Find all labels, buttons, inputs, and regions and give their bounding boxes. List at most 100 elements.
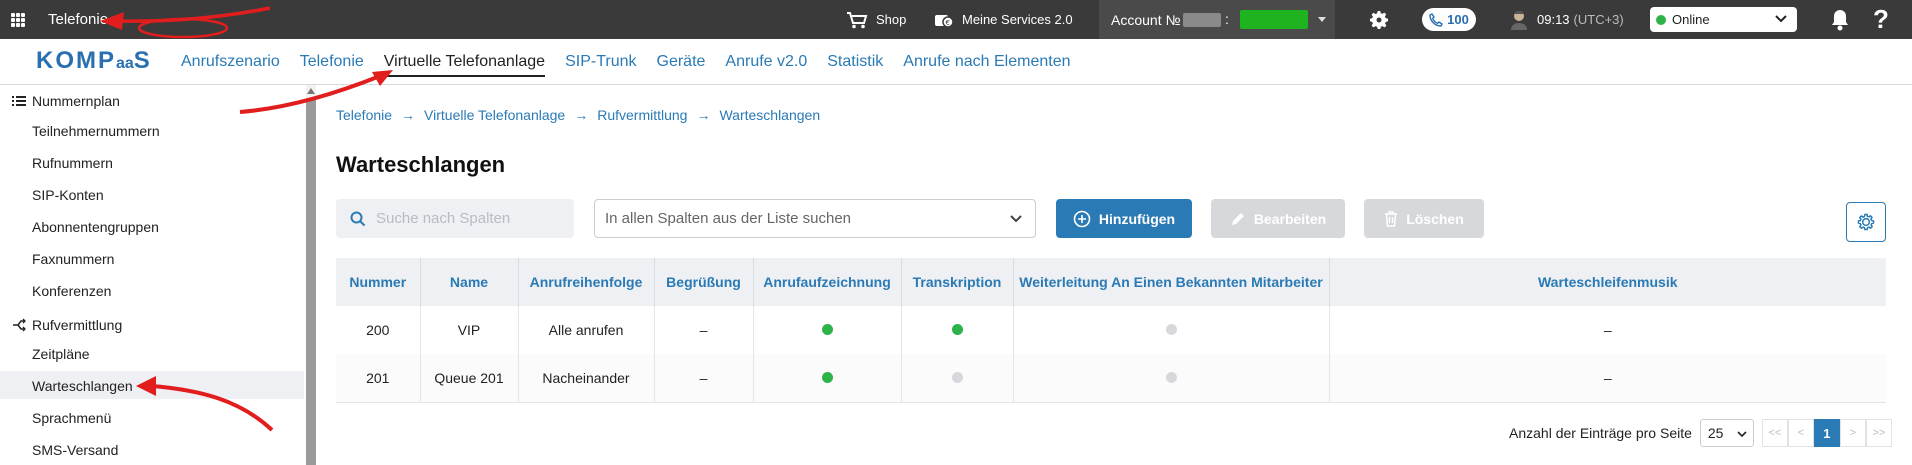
timezone: (UTC+3) [1573, 12, 1624, 27]
scrollbar-thumb[interactable] [306, 99, 316, 465]
sidebar-item[interactable]: Faxnummern [32, 251, 114, 267]
gear-icon [1857, 213, 1875, 231]
bell-icon[interactable] [1829, 8, 1851, 37]
sidebar-item[interactable]: Teilnehmernummern [32, 123, 160, 139]
breadcrumb-item[interactable]: Telefonie [336, 107, 392, 123]
apps-grid-icon[interactable] [11, 13, 25, 27]
status-off-dot [951, 371, 963, 383]
column-header[interactable]: Anrufaufzeichnung [753, 258, 902, 306]
account-number-masked [1183, 13, 1221, 27]
column-search[interactable] [336, 199, 574, 238]
edit-label: Bearbeiten [1253, 210, 1327, 227]
chevron-down-icon [1775, 15, 1787, 23]
sidebar: Nummernplan Teilnehmernummern Rufnummern S… [0, 85, 304, 465]
table-cell-reihenfolge: Alle anrufen [518, 306, 655, 354]
column-header[interactable]: Warteschleifenmusik [1329, 258, 1886, 306]
nav-link-1[interactable]: Telefonie [300, 53, 364, 77]
phone-icon [1429, 12, 1444, 27]
nav-link-2[interactable]: Virtuelle Telefonanlage [383, 53, 546, 77]
sidebar-group-label: Rufvermittlung [32, 317, 123, 333]
per-page-value: 25 [1707, 425, 1724, 441]
pagination: Anzahl der Einträge pro Seite 25 << < 1 … [1509, 419, 1892, 447]
sidebar-scrollbar[interactable] [306, 85, 316, 465]
account-selector[interactable]: Account № : [1099, 0, 1335, 39]
search-icon [350, 211, 366, 226]
table-cell-transkription [901, 306, 1014, 354]
table-cell-weiterleitung [1013, 354, 1330, 403]
breadcrumb-item[interactable]: Warteschlangen [719, 107, 820, 123]
main-nav: KOMPaaS Anrufszenario Telefonie Virtuelle … [0, 39, 1912, 85]
next-page-button[interactable]: > [1839, 419, 1866, 447]
sidebar-item[interactable]: Warteschlangen [32, 378, 133, 394]
column-header[interactable]: Anrufreihenfolge [518, 258, 655, 306]
scroll-up-icon[interactable] [307, 88, 315, 94]
table-row[interactable]: 200 VIP Alle anrufen – – [336, 306, 1886, 354]
status-on-dot [951, 324, 963, 335]
nav-link-0[interactable]: Anrufszenario [181, 53, 280, 77]
gear-icon[interactable] [1367, 8, 1391, 37]
account-balance-masked [1240, 10, 1308, 29]
shop-label: Shop [876, 12, 907, 27]
kompaas-logo[interactable]: KOMPaaS [36, 47, 152, 75]
cart-icon [847, 11, 868, 28]
breadcrumb: Telefonie → Virtuelle Telefonanlage → Rufver… [336, 107, 820, 123]
edit-button[interactable]: Bearbeiten [1211, 199, 1345, 238]
first-page-button[interactable]: << [1761, 419, 1788, 447]
delete-button[interactable]: Löschen [1364, 199, 1484, 238]
column-header[interactable]: Nummer [336, 258, 421, 306]
sidebar-group-nummernplan[interactable]: Nummernplan [12, 93, 120, 109]
sidebar-group-rufvermittlung[interactable]: Rufvermittlung [12, 317, 122, 333]
table-cell-transkription [901, 354, 1014, 403]
sidebar-item[interactable]: Abonnentengruppen [32, 219, 159, 235]
account-label: Account № [1111, 12, 1181, 28]
breadcrumb-item[interactable]: Virtuelle Telefonanlage [424, 107, 565, 123]
nav-link-4[interactable]: Geräte [657, 53, 706, 77]
table-settings-button[interactable] [1846, 202, 1886, 242]
user-clock[interactable]: 09:13 (UTC+3) [1509, 0, 1624, 39]
add-button[interactable]: Hinzufügen [1056, 199, 1192, 238]
per-page-select[interactable]: 25 [1699, 419, 1754, 447]
account-colon: : [1225, 11, 1229, 27]
column-filter-select[interactable]: In allen Spalten aus der Liste suchen [594, 199, 1036, 238]
user-avatar-icon [1511, 10, 1527, 30]
status-off-dot [1165, 324, 1177, 335]
prev-page-button[interactable]: < [1787, 419, 1814, 447]
nav-link-7[interactable]: Anrufe nach Elementen [903, 53, 1070, 77]
column-header[interactable]: Transkription [901, 258, 1014, 306]
nav-link-6[interactable]: Statistik [827, 53, 883, 77]
table-cell-weiterleitung [1013, 306, 1330, 354]
status-on-dot [821, 371, 833, 383]
sidebar-item[interactable]: SMS-Versand [32, 442, 118, 458]
per-page-label: Anzahl der Einträge pro Seite [1509, 425, 1692, 441]
table-row[interactable]: 201 Queue 201 Nacheinander – – [336, 354, 1886, 403]
status-dropdown[interactable]: Online [1650, 7, 1797, 32]
arrow-right-icon: → [574, 107, 589, 123]
sidebar-item[interactable]: Rufnummern [32, 155, 113, 171]
search-input[interactable] [376, 210, 556, 227]
page-1-button[interactable]: 1 [1813, 419, 1840, 447]
phone-lines-counter[interactable]: 100 [1422, 8, 1476, 31]
plus-circle-icon [1073, 210, 1091, 227]
chevron-down-icon [1737, 431, 1747, 438]
sidebar-item[interactable]: Zeitpläne [32, 346, 90, 362]
sidebar-item[interactable]: Sprachmenü [32, 410, 111, 426]
shop-link[interactable]: Shop [846, 0, 906, 39]
table-cell-musik: – [1329, 306, 1886, 354]
table-cell-name: Queue 201 [420, 354, 519, 403]
column-header[interactable]: Name [420, 258, 519, 306]
services-label: Meine Services 2.0 [962, 12, 1073, 27]
help-icon[interactable]: ? [1873, 4, 1889, 35]
sidebar-item[interactable]: SIP-Konten [32, 187, 104, 203]
column-header[interactable]: Begrüßung [654, 258, 754, 306]
services-link[interactable]: € Meine Services 2.0 [934, 0, 1073, 39]
nav-link-5[interactable]: Anrufe v2.0 [725, 53, 807, 77]
breadcrumb-item[interactable]: Rufvermittlung [597, 107, 687, 123]
last-page-button[interactable]: >> [1865, 419, 1892, 447]
nav-link-3[interactable]: SIP-Trunk [565, 53, 636, 77]
svg-text:€: € [946, 19, 950, 27]
table-cell-aufzeichnung [753, 306, 902, 354]
sidebar-item[interactable]: Konferenzen [32, 283, 111, 299]
app-title[interactable]: Telefonie [48, 11, 108, 28]
chevron-down-icon [1010, 215, 1022, 223]
column-header[interactable]: Weiterleitung An Einen Bekannten Mitarbe… [1013, 258, 1330, 306]
